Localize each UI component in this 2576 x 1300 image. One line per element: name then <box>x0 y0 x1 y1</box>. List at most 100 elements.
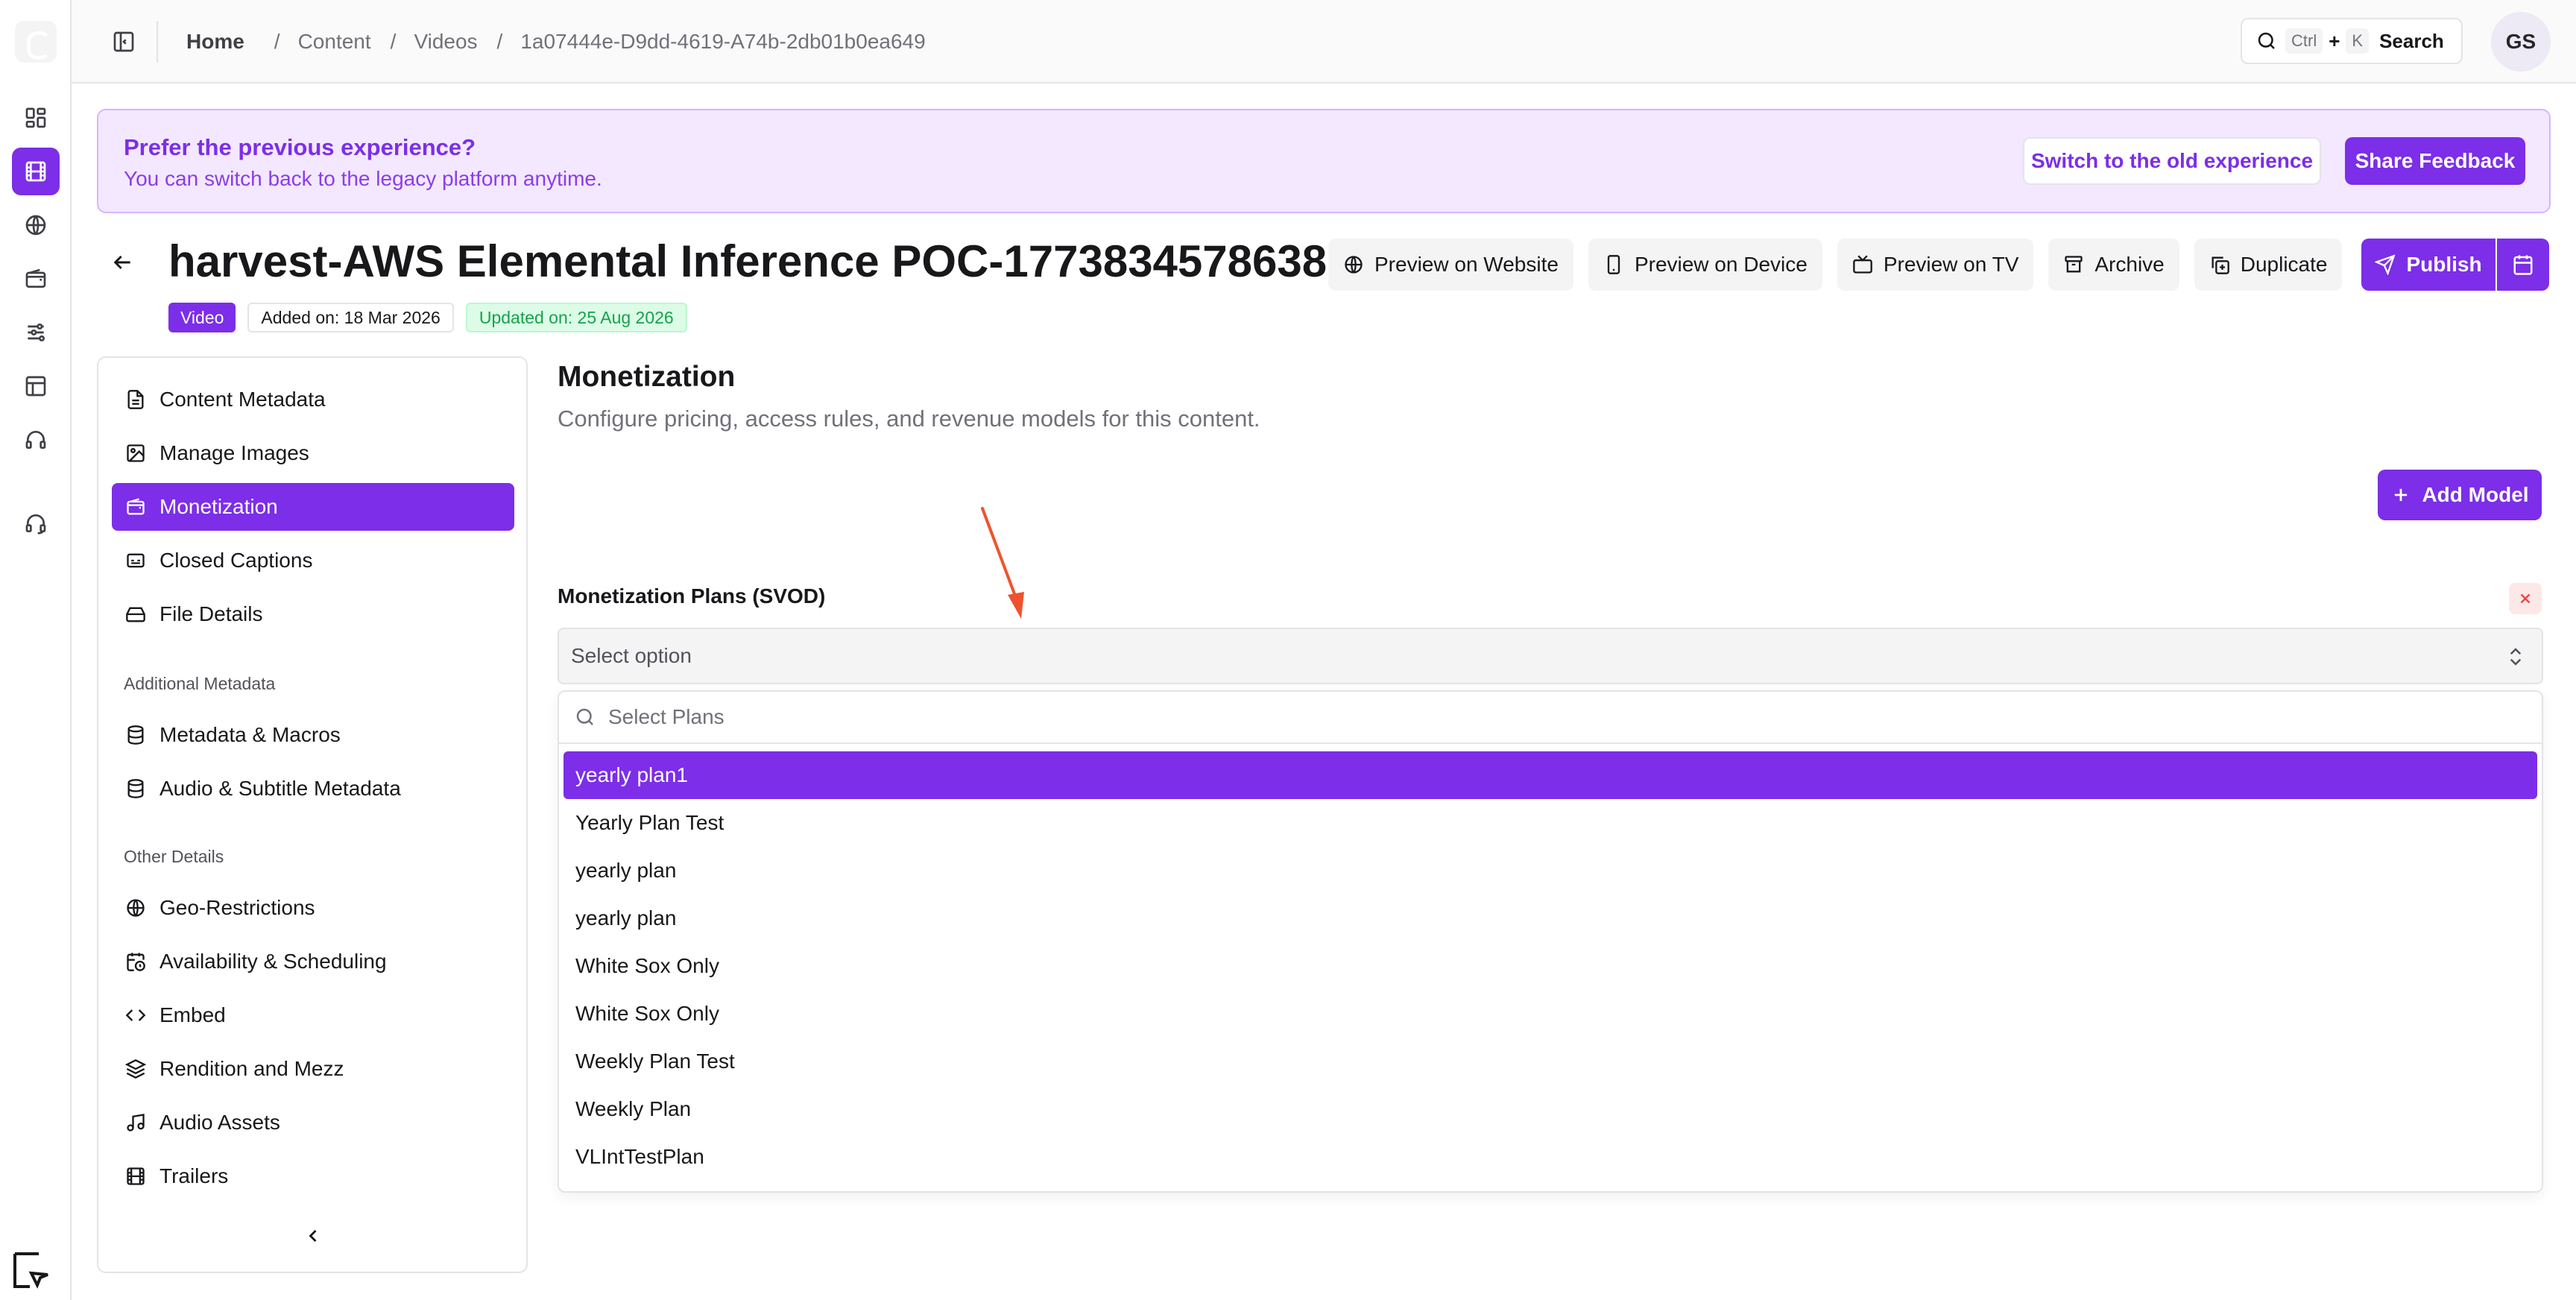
copy-plus-icon <box>2212 256 2229 274</box>
nav-closed-captions[interactable]: Closed Captions <box>112 537 514 584</box>
topbar-divider <box>157 21 158 63</box>
nav-content-metadata[interactable]: Content Metadata <box>112 376 514 423</box>
nav-label: Audio Assets <box>160 1111 280 1134</box>
content-badges: Video Added on: 18 Mar 2026 Updated on: … <box>168 303 687 332</box>
content-actions: Preview on Website Preview on Device Pre… <box>1328 239 2343 291</box>
duplicate-button[interactable]: Duplicate <box>2194 239 2343 291</box>
preview-tv-button[interactable]: Preview on TV <box>1837 239 2034 291</box>
image-icon <box>127 444 145 462</box>
search-icon <box>576 708 593 725</box>
database-icon <box>127 725 144 745</box>
nav-monetization[interactable]: Monetization <box>112 483 514 531</box>
smartphone-icon <box>1607 255 1620 274</box>
nav-availability-scheduling[interactable]: Availability & Scheduling <box>112 938 514 985</box>
app-logo[interactable] <box>15 21 57 63</box>
publish-label: Publish <box>2406 253 2482 276</box>
duplicate-label: Duplicate <box>2240 253 2328 276</box>
section-subtitle: Configure pricing, access rules, and rev… <box>558 406 1260 432</box>
plan-option[interactable]: yearly plan <box>564 894 2537 942</box>
app-rail <box>0 0 72 1300</box>
plan-option[interactable]: yearly plan <box>564 847 2537 894</box>
wallet-icon <box>127 498 145 515</box>
monetization-plans-label: Monetization Plans (SVOD) <box>558 584 826 608</box>
plan-option[interactable]: Weekly Plan <box>564 1085 2537 1133</box>
globe-icon <box>1345 256 1363 274</box>
nav-label: Manage Images <box>160 441 309 464</box>
other-details-heading: Other Details <box>124 847 224 866</box>
globe-icon <box>127 899 145 917</box>
share-feedback-button[interactable]: Share Feedback <box>2345 137 2525 185</box>
add-model-label: Add Model <box>2422 483 2529 506</box>
chevrons-up-down-icon <box>2510 648 2522 666</box>
code-icon <box>125 1009 146 1021</box>
plan-option[interactable]: Weekly Plan Test <box>564 1038 2537 1085</box>
remove-model-button[interactable] <box>2509 583 2542 614</box>
nav-embed[interactable]: Embed <box>112 991 514 1039</box>
nav-label: Geo-Restrictions <box>160 896 315 919</box>
rail-layout-icon[interactable] <box>12 362 60 410</box>
plans-search-input[interactable] <box>608 705 2397 729</box>
publish-button[interactable]: Publish <box>2361 239 2496 291</box>
rail-headphones-icon[interactable] <box>12 416 60 464</box>
file-text-icon <box>127 390 144 409</box>
nav-geo-restrictions[interactable]: Geo-Restrictions <box>112 884 514 932</box>
close-icon <box>2520 593 2531 604</box>
user-avatar[interactable]: GS <box>2491 12 2551 72</box>
content-type-badge: Video <box>168 303 236 332</box>
nav-file-details[interactable]: File Details <box>112 590 514 638</box>
rail-globe-icon[interactable] <box>12 201 60 249</box>
kbd-ctrl: Ctrl <box>2285 28 2323 54</box>
legacy-experience-banner: Prefer the previous experience? You can … <box>97 109 2551 213</box>
switch-old-experience-button[interactable]: Switch to the old experience <box>2023 137 2321 185</box>
plan-option[interactable]: Yearly Plan Test <box>564 799 2537 847</box>
plan-option[interactable]: yearly plan1 <box>564 751 2537 799</box>
rail-wallet-icon[interactable] <box>12 255 60 303</box>
archive-label: Archive <box>2094 253 2165 276</box>
plus-icon <box>2395 488 2408 502</box>
add-model-button[interactable]: Add Model <box>2378 470 2542 520</box>
plans-dropdown: yearly plan1 Yearly Plan Test yearly pla… <box>558 690 2543 1193</box>
plan-option[interactable]: VLIntTestPlan <box>564 1133 2537 1181</box>
nav-rendition-mezz[interactable]: Rendition and Mezz <box>112 1045 514 1093</box>
screen-capture-icon[interactable] <box>10 1249 52 1291</box>
preview-website-button[interactable]: Preview on Website <box>1328 239 1573 291</box>
rail-sliders-icon[interactable] <box>12 309 60 356</box>
rail-support-icon[interactable] <box>12 499 60 547</box>
nav-metadata-macros[interactable]: Metadata & Macros <box>112 711 514 759</box>
preview-website-label: Preview on Website <box>1374 253 1559 276</box>
nav-manage-images[interactable]: Manage Images <box>112 429 514 477</box>
preview-device-label: Preview on Device <box>1634 253 1808 276</box>
breadcrumb-videos[interactable]: Videos <box>414 30 477 54</box>
rail-content-icon[interactable] <box>12 148 60 195</box>
nav-label: Content Metadata <box>160 388 326 411</box>
additional-metadata-heading: Additional Metadata <box>124 674 276 693</box>
breadcrumb-home[interactable]: Home <box>186 30 244 54</box>
breadcrumb-current-id: 1a07444e-D9dd-4619-A74b-2db01b0ea649 <box>520 30 926 53</box>
rail-dashboard-icon[interactable] <box>12 94 60 142</box>
breadcrumb-separator: / <box>274 30 280 53</box>
banner-title: Prefer the previous experience? <box>124 134 476 160</box>
calendar-clock-icon <box>127 953 145 971</box>
nav-trailers[interactable]: Trailers <box>112 1152 514 1200</box>
monetization-plans-select[interactable]: Select option <box>558 628 2543 684</box>
schedule-publish-button[interactable] <box>2497 239 2549 291</box>
nav-label: Rendition and Mezz <box>160 1057 344 1080</box>
nav-audio-subtitle-metadata[interactable]: Audio & Subtitle Metadata <box>112 765 514 812</box>
nav-label: Monetization <box>160 495 278 518</box>
archive-button[interactable]: Archive <box>2048 239 2179 291</box>
breadcrumb-content[interactable]: Content <box>298 30 371 54</box>
sidebar-toggle-icon[interactable] <box>109 27 139 57</box>
select-placeholder: Select option <box>571 644 692 667</box>
music-icon <box>127 1114 145 1132</box>
added-on-badge: Added on: 18 Mar 2026 <box>247 303 454 332</box>
preview-tv-label: Preview on TV <box>1883 253 2019 276</box>
nav-audio-assets[interactable]: Audio Assets <box>112 1099 514 1146</box>
plan-option[interactable]: White Sox Only <box>564 942 2537 990</box>
preview-device-button[interactable]: Preview on Device <box>1588 239 1822 291</box>
back-arrow-icon[interactable] <box>107 247 137 277</box>
nav-label: Audio & Subtitle Metadata <box>160 777 401 800</box>
layers-icon <box>125 1059 146 1079</box>
global-search-button[interactable]: Ctrl + K Search <box>2241 18 2463 64</box>
collapse-panel-chevron-left-icon[interactable] <box>300 1222 326 1249</box>
plan-option[interactable]: White Sox Only <box>564 990 2537 1038</box>
